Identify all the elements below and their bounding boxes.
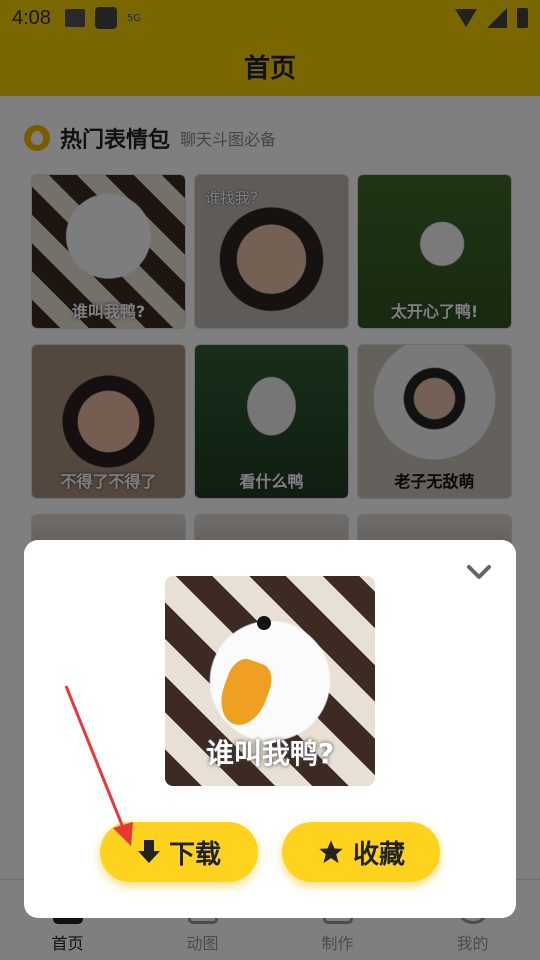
sticker-detail-dialog: 谁叫我鸭? 下载 收藏 <box>24 540 516 918</box>
download-label: 下载 <box>168 839 221 870</box>
duck-beak <box>213 654 277 732</box>
favorite-button[interactable]: 收藏 <box>282 822 440 882</box>
chevron-down-icon[interactable] <box>466 562 492 582</box>
favorite-label: 收藏 <box>352 839 405 870</box>
download-button[interactable]: 下载 <box>100 822 258 882</box>
download-icon <box>137 840 160 863</box>
sticker-preview-image: 谁叫我鸭? <box>165 576 375 786</box>
star-icon <box>319 840 343 864</box>
preview-caption: 谁叫我鸭? <box>205 737 335 770</box>
duck-eye <box>257 616 271 630</box>
